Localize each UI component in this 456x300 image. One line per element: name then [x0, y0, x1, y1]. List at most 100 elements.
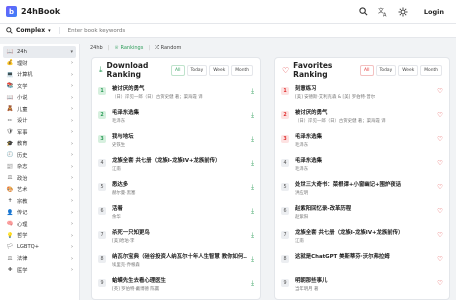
sidebar-item-label: 艺术: [17, 187, 28, 194]
list-item[interactable]: 5 悉达多 赫尔曼·黑塞 ⤓: [92, 178, 260, 202]
book-title[interactable]: 龙族全套 共七册（龙族I-龙族IV+龙族前传）: [112, 156, 247, 164]
sidebar-item-label: 政治: [17, 175, 28, 182]
list-item[interactable]: 2 被讨厌的勇气 （日）岸见一郎（日）古贺史健 著；渠海霞 译 ♡: [275, 106, 449, 130]
category-icon: 📖: [6, 94, 14, 101]
tab-today[interactable]: Today: [375, 64, 397, 76]
list-item[interactable]: 8 这就是ChatGPT 美斯蒂芬·沃尔弗拉姆 ♡: [275, 250, 449, 274]
download-icon[interactable]: ⤓: [251, 111, 254, 120]
sidebar-item[interactable]: 💰 理财 ›: [3, 58, 76, 70]
heart-icon[interactable]: ♡: [437, 279, 443, 287]
heart-icon[interactable]: ♡: [437, 159, 443, 167]
sidebar-item[interactable]: 🏳 LGBTQ+ ›: [3, 242, 76, 254]
book-title[interactable]: 毛泽东选集: [112, 108, 247, 116]
list-item[interactable]: 8 纳瓦尔宝典（硅谷投资人纳瓦尔十年人生智慧 教你如何… 埃里克·乔根森 ⤓: [92, 250, 260, 274]
login-button[interactable]: Login: [418, 5, 450, 19]
book-title[interactable]: 蛤蟆先生去看心理医生: [112, 276, 247, 284]
book-title[interactable]: 这就是ChatGPT 美斯蒂芬·沃尔弗拉姆: [295, 252, 433, 260]
list-item[interactable]: 4 龙族全套 共七册（龙族I-龙族IV+龙族前传） 江南 ⤓: [92, 154, 260, 178]
download-icon[interactable]: ⤓: [251, 87, 254, 96]
tab-today[interactable]: Today: [186, 64, 208, 76]
crumb-home[interactable]: 24hb: [90, 45, 103, 51]
heart-icon[interactable]: ♡: [437, 255, 443, 263]
chevron-right-icon: ›: [71, 140, 73, 147]
list-item[interactable]: 5 处世三大奇书：菜根谭+小窗幽记+围炉夜话 洪应明 ♡: [275, 178, 449, 202]
book-title[interactable]: 毛泽东选集: [295, 132, 433, 140]
sidebar-item[interactable]: 📰 杂志 ›: [3, 161, 76, 173]
sidebar-item[interactable]: 🕘 历史 ›: [3, 150, 76, 162]
list-item[interactable]: 4 毛泽东选集 毛泽东 ♡: [275, 154, 449, 178]
sidebar-item[interactable]: 🎨 艺术 ›: [3, 184, 76, 196]
sidebar-item[interactable]: ✏ 设计 ›: [3, 115, 76, 127]
list-item[interactable]: 6 赵紫阳回忆录-改革历程 赵紫阳 ♡: [275, 202, 449, 226]
download-icon[interactable]: ⤓: [251, 231, 254, 240]
list-item[interactable]: 3 毛泽东选集 毛泽东 ♡: [275, 130, 449, 154]
search-type-select[interactable]: Complex ▾: [6, 27, 60, 34]
book-title[interactable]: 赵紫阳回忆录-改革历程: [295, 204, 433, 212]
sidebar-item[interactable]: ⚖ 法律 ›: [3, 253, 76, 265]
list-item[interactable]: 2 毛泽东选集 毛泽东 ⤓: [92, 106, 260, 130]
heart-icon[interactable]: ♡: [437, 87, 443, 95]
sidebar-item[interactable]: 🧠 心理 ›: [3, 219, 76, 231]
chevron-right-icon: ›: [71, 129, 73, 136]
tab-all[interactable]: All: [171, 64, 185, 76]
heart-icon[interactable]: ♡: [437, 231, 443, 239]
sidebar-item[interactable]: ✚ 医学 ›: [3, 265, 76, 277]
book-title[interactable]: 被讨厌的勇气: [295, 108, 433, 116]
tab-week[interactable]: Week: [398, 64, 419, 76]
book-title[interactable]: 被讨厌的勇气: [112, 84, 247, 92]
search-icon[interactable]: [358, 6, 369, 17]
sun-icon[interactable]: [398, 6, 409, 17]
heart-icon[interactable]: ♡: [437, 135, 443, 143]
list-item[interactable]: 7 杀死一只知更鸟 [美]哈珀·李 ⤓: [92, 226, 260, 250]
sidebar-item[interactable]: 🎓 教育 ›: [3, 138, 76, 150]
sidebar-item[interactable]: 🛡 军事 ›: [3, 127, 76, 139]
book-title[interactable]: 龙族全套 共七册（龙族I-龙族IV+龙族前传）: [295, 228, 433, 236]
sidebar-item[interactable]: 🧸 儿童 ›: [3, 104, 76, 116]
search-input[interactable]: [67, 27, 368, 34]
book-title[interactable]: 毛泽东选集: [295, 156, 433, 164]
list-item[interactable]: 9 蛤蟆先生去看心理医生 [英] 罗伯特·戴博德 陈赢 ⤓: [92, 274, 260, 298]
sidebar-item[interactable]: 💡 哲学 ›: [3, 230, 76, 242]
sidebar-item[interactable]: 📖 小说 ›: [3, 92, 76, 104]
crumb-random[interactable]: ⤮ Random: [155, 45, 181, 51]
list-item[interactable]: 9 明朝那些事儿 当年明月 著 ♡: [275, 274, 449, 298]
sidebar-item[interactable]: ✝ 宗教 ›: [3, 196, 76, 208]
book-title[interactable]: 刻意练习: [295, 84, 433, 92]
heart-icon[interactable]: ♡: [437, 111, 443, 119]
list-item[interactable]: 3 我与地坛 史铁生 ⤓: [92, 130, 260, 154]
sidebar-item[interactable]: ⚖ 政治 ›: [3, 173, 76, 185]
rank-badge: 2: [98, 111, 106, 119]
heart-icon[interactable]: ♡: [437, 183, 443, 191]
crumb-rankings[interactable]: ♕ Rankings: [114, 45, 143, 51]
download-icon[interactable]: ⤓: [251, 183, 254, 192]
heart-icon[interactable]: ♡: [437, 207, 443, 215]
list-item[interactable]: 7 龙族全套 共七册（龙族I-龙族IV+龙族前传） 江南 ♡: [275, 226, 449, 250]
logo[interactable]: b 24hBook: [6, 6, 60, 17]
tab-all[interactable]: All: [360, 64, 374, 76]
book-title[interactable]: 处世三大奇书：菜根谭+小窗幽记+围炉夜话: [295, 180, 433, 188]
sidebar-item[interactable]: 📖 24h ▾: [3, 46, 76, 58]
download-icon[interactable]: ⤓: [251, 159, 254, 168]
list-item[interactable]: 1 被讨厌的勇气 （日）岸见一郎（日）古贺史健 著；渠海霞 译 ⤓: [92, 82, 260, 106]
tab-month[interactable]: Month: [231, 64, 253, 76]
download-icon[interactable]: ⤓: [251, 135, 254, 144]
sidebar-item-label: 哲学: [17, 233, 28, 240]
download-icon[interactable]: ⤓: [251, 207, 254, 216]
book-title[interactable]: 杀死一只知更鸟: [112, 228, 247, 236]
sidebar-item[interactable]: 📚 文学 ›: [3, 81, 76, 93]
book-title[interactable]: 纳瓦尔宝典（硅谷投资人纳瓦尔十年人生智慧 教你如何…: [112, 252, 247, 260]
book-title[interactable]: 明朝那些事儿: [295, 276, 433, 284]
sidebar-item[interactable]: 👤 传记 ›: [3, 207, 76, 219]
download-icon[interactable]: ⤓: [251, 279, 254, 288]
sidebar-item[interactable]: 💻 计算机 ›: [3, 69, 76, 81]
tab-month[interactable]: Month: [420, 64, 442, 76]
book-author: 江南: [295, 239, 304, 244]
tab-week[interactable]: Week: [209, 64, 230, 76]
list-item[interactable]: 6 活着 余华 ⤓: [92, 202, 260, 226]
download-icon[interactable]: ⤓: [251, 255, 254, 264]
book-title[interactable]: 我与地坛: [112, 132, 247, 140]
list-item[interactable]: 1 刻意练习 [美] 安德斯·艾利克森 & [美] 罗伯特·普尔 ♡: [275, 82, 449, 106]
book-title[interactable]: 悉达多: [112, 180, 247, 188]
book-title[interactable]: 活着: [112, 204, 247, 212]
translate-icon[interactable]: 文A: [378, 6, 389, 17]
